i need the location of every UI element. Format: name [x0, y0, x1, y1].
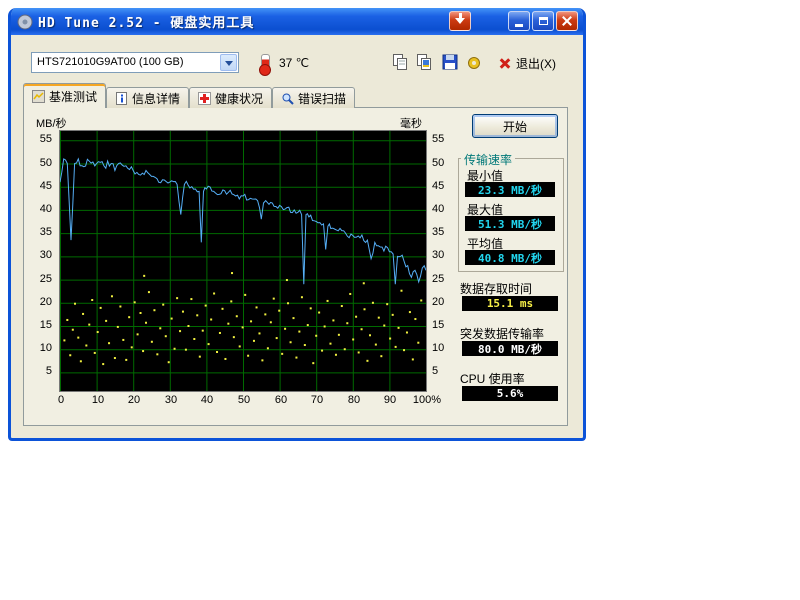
benchmark-tab-page: MB/秒 毫秒 5 10 15 20 25 30 35 40 45 50 55 5 10 15 20 25 3… [23, 107, 568, 426]
axis-tick-label: 60 [265, 394, 297, 406]
window-title: HD Tune 2.52 - 硬盘实用工具 [38, 12, 254, 31]
axis-tick-label: 15 [432, 319, 444, 331]
axis-tick-label: 50 [432, 157, 444, 169]
tab-info[interactable]: 信息详情 [106, 87, 189, 108]
axis-tick-label: 35 [28, 226, 54, 238]
exit-label: 退出(X) [516, 55, 556, 72]
hdtune-window: HD Tune 2.52 - 硬盘实用工具 HTS721010G9AT00 (1… [8, 8, 586, 441]
axis-tick-label: 10 [82, 394, 114, 406]
close-icon [561, 15, 573, 27]
max-value: 51.3 MB/秒 [465, 216, 555, 231]
temperature-value: 37 ℃ [279, 56, 309, 70]
title-bar[interactable]: HD Tune 2.52 - 硬盘实用工具 [11, 8, 583, 35]
cpu-usage-label: CPU 使用率 [460, 370, 525, 387]
benchmark-chart-svg [60, 131, 426, 391]
axis-tick-label: 25 [28, 273, 54, 285]
benchmark-chart [59, 130, 427, 392]
axis-tick-label: 5 [432, 365, 438, 377]
app-icon [17, 14, 33, 30]
axis-tick-label: 20 [432, 296, 444, 308]
start-button[interactable]: 开始 [472, 114, 558, 138]
transfer-rate-group-title: 传输速率 [461, 151, 515, 168]
magnifier-icon [281, 92, 294, 105]
axis-tick-label: 30 [432, 249, 444, 261]
axis-tick-label: 10 [28, 342, 54, 354]
chevron-down-icon[interactable] [220, 54, 237, 71]
axis-tick-label: 15 [28, 319, 54, 331]
exit-x-icon [499, 57, 511, 69]
axis-tick-label: 30 [28, 249, 54, 261]
info-icon [115, 92, 128, 105]
benchmark-icon [32, 90, 45, 103]
axis-tick-label: 25 [432, 273, 444, 285]
tab-health-label: 健康状况 [215, 90, 263, 107]
cpu-usage-value: 5.6% [462, 386, 558, 401]
save-button[interactable] [439, 51, 461, 73]
maximize-icon [539, 17, 548, 25]
drive-select-combobox[interactable]: HTS721010G9AT00 (100 GB) [31, 52, 239, 73]
tab-error-scan[interactable]: 错误扫描 [272, 87, 355, 108]
axis-tick-label: 100% [411, 394, 443, 406]
access-time-label: 数据存取时间 [460, 280, 532, 297]
access-time-value: 15.1 ms [462, 296, 558, 311]
left-axis-ticks: 5 10 15 20 25 30 35 40 45 50 55 [26, 130, 56, 390]
drive-select-value: HTS721010G9AT00 (100 GB) [37, 56, 184, 68]
options-button[interactable] [463, 51, 485, 73]
axis-tick-label: 50 [228, 394, 260, 406]
health-cross-icon [198, 92, 211, 105]
axis-tick-label: 45 [28, 180, 54, 192]
tab-benchmark[interactable]: 基准测试 [23, 83, 106, 108]
min-value: 23.3 MB/秒 [465, 182, 555, 197]
tab-strip: 基准测试 信息详情 健康状况 [23, 84, 355, 108]
axis-tick-label: 40 [432, 203, 444, 215]
exit-button[interactable]: 退出(X) [499, 53, 556, 73]
axis-tick-label: 35 [432, 226, 444, 238]
burst-rate-value: 80.0 MB/秒 [462, 341, 558, 356]
axis-tick-label: 45 [432, 180, 444, 192]
axis-tick-label: 40 [28, 203, 54, 215]
options-gear-icon [465, 53, 484, 72]
axis-tick-label: 30 [155, 394, 187, 406]
tab-info-label: 信息详情 [132, 90, 180, 107]
axis-tick-label: 55 [28, 133, 54, 145]
download-arrow-icon [455, 13, 465, 29]
copy-text-button[interactable] [389, 51, 411, 73]
axis-tick-label: 20 [118, 394, 150, 406]
x-axis-ticks: 0102030405060708090100% [59, 394, 429, 407]
tab-error-scan-label: 错误扫描 [298, 90, 346, 107]
avg-value: 40.8 MB/秒 [465, 250, 555, 265]
axis-tick-label: 20 [28, 296, 54, 308]
left-axis-title: MB/秒 [36, 115, 67, 131]
right-axis-title: 毫秒 [400, 115, 422, 131]
right-axis-ticks: 5 10 15 20 25 30 35 40 45 50 55 [428, 130, 462, 390]
start-button-label: 开始 [503, 118, 527, 135]
axis-tick-label: 90 [374, 394, 406, 406]
axis-tick-label: 0 [45, 394, 77, 406]
copy-image-icon [415, 53, 434, 72]
axis-tick-label: 40 [191, 394, 223, 406]
minimize-button[interactable] [508, 11, 530, 31]
burst-rate-label: 突发数据传输率 [460, 325, 544, 342]
copy-image-button[interactable] [413, 51, 435, 73]
transfer-rate-group: 传输速率 最小值 23.3 MB/秒 最大值 51.3 MB/秒 平均值 40.… [458, 158, 564, 272]
axis-tick-label: 10 [432, 342, 444, 354]
tab-benchmark-label: 基准测试 [49, 88, 97, 105]
tab-health[interactable]: 健康状况 [189, 87, 272, 108]
minimize-icon [515, 24, 523, 27]
axis-tick-label: 55 [432, 133, 444, 145]
close-button[interactable] [556, 11, 578, 31]
axis-tick-label: 80 [338, 394, 370, 406]
maximize-button[interactable] [532, 11, 554, 31]
axis-tick-label: 50 [28, 157, 54, 169]
update-download-button[interactable] [449, 11, 471, 31]
axis-tick-label: 70 [301, 394, 333, 406]
save-icon [441, 53, 460, 72]
axis-tick-label: 5 [28, 365, 54, 377]
desktop: HD Tune 2.52 - 硬盘实用工具 HTS721010G9AT00 (1… [0, 0, 800, 600]
thermometer-icon [261, 54, 270, 71]
copy-text-icon [391, 53, 410, 72]
